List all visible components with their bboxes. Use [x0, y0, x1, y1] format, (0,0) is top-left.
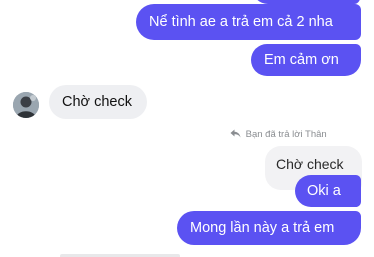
reply-arrow-icon [230, 129, 241, 138]
message-text: Mong lần này a trả em [190, 220, 335, 236]
reply-note: Bạn đã trả lời Thân [230, 129, 327, 140]
message-text: Em cảm ơn [264, 52, 339, 68]
message-text: Chờ check [62, 94, 132, 110]
message-bubble-outgoing[interactable]: Oki a [295, 175, 361, 207]
quoted-text: Chờ check [276, 156, 344, 172]
message-text: Nể tình ae a trả em cả 2 nha [149, 14, 333, 30]
avatar-image [13, 92, 39, 118]
message-bubble-incoming[interactable]: Chờ check [49, 85, 147, 119]
reply-note-text: Bạn đã trả lời Thân [245, 129, 327, 140]
message-bubble-outgoing[interactable]: Nể tình ae a trả em cả 2 nha [136, 4, 361, 40]
message-bubble-outgoing[interactable]: Mong lần này a trả em [177, 211, 361, 245]
message-bubble-outgoing[interactable]: Em cảm ơn [251, 44, 361, 76]
user-avatar[interactable] [13, 92, 39, 118]
message-text: Oki a [307, 183, 341, 199]
